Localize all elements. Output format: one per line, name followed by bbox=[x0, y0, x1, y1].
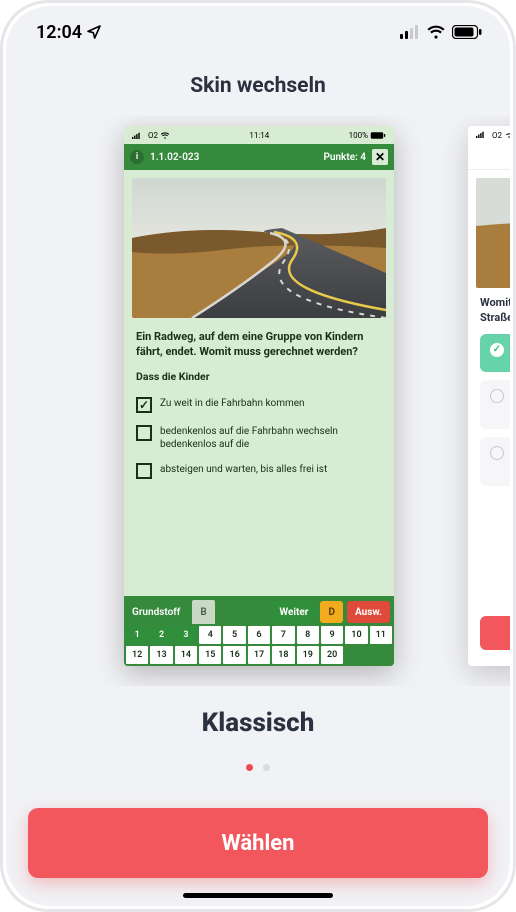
home-indicator[interactable] bbox=[183, 893, 333, 898]
radio-icon bbox=[490, 389, 504, 403]
checkbox-icon[interactable] bbox=[136, 463, 152, 479]
question-nav-cell[interactable]: 3 bbox=[175, 626, 197, 644]
carousel-dots bbox=[6, 764, 510, 771]
question-nav-cell[interactable]: 16 bbox=[223, 646, 245, 664]
question-nav-cell[interactable]: 10 bbox=[345, 626, 367, 644]
question-nav-cell-empty bbox=[345, 646, 367, 664]
question-id: 1.1.02-023 bbox=[150, 152, 199, 163]
question-nav-cell[interactable]: 4 bbox=[199, 626, 221, 644]
question-nav-cell[interactable]: 9 bbox=[321, 626, 343, 644]
question-nav-grid: 1234567891011121314151617181920 bbox=[124, 624, 394, 666]
answer-option[interactable]: absteigen und warten, bis alles frei ist bbox=[136, 457, 382, 485]
preview-time: 11:14 bbox=[249, 131, 269, 140]
choose-button[interactable]: Wählen bbox=[28, 808, 488, 878]
page-title: Skin wechseln bbox=[6, 74, 510, 98]
tab-grundstoff[interactable]: Grundstoff bbox=[124, 600, 188, 624]
peek-bottom-button[interactable] bbox=[480, 616, 510, 650]
preview-status-bar: O2 11:14 100% bbox=[124, 126, 394, 144]
question-nav-cell[interactable]: 14 bbox=[175, 646, 197, 664]
submit-button[interactable]: Ausw. bbox=[347, 601, 390, 623]
cell-signal-icon bbox=[400, 25, 420, 39]
location-arrow-icon bbox=[86, 24, 102, 40]
peek-header: Abzubrechen bbox=[468, 144, 510, 170]
preview-battery: 100% bbox=[349, 131, 386, 140]
skin-preview-card-next: O2 Abzubrechen Womit mStraßenk bbox=[468, 126, 510, 666]
preview-carrier: O2 bbox=[132, 131, 170, 140]
d-button[interactable]: D bbox=[320, 601, 343, 623]
answer-option[interactable]: bedenkenlos auf die Fahrbahn wechseln be… bbox=[136, 419, 382, 457]
question-nav-cell[interactable]: 1 bbox=[126, 626, 148, 644]
question-nav-cell[interactable]: 15 bbox=[199, 646, 221, 664]
pager-dot[interactable] bbox=[263, 764, 270, 771]
question-nav-cell[interactable]: 12 bbox=[126, 646, 148, 664]
skin-preview-carousel[interactable]: O2 11:14 100% i 1.1.02-023 Punkte: 4 ✕ bbox=[6, 116, 510, 686]
question-nav-cell[interactable]: 13 bbox=[150, 646, 172, 664]
next-button[interactable]: Weiter bbox=[271, 601, 316, 623]
question-nav-cell[interactable]: 2 bbox=[150, 626, 172, 644]
peek-answer-option[interactable]: Auf iein kbefir bbox=[480, 380, 510, 429]
clock-text: 12:04 bbox=[36, 22, 82, 43]
question-nav-cell[interactable]: 20 bbox=[321, 646, 343, 664]
check-circle-icon bbox=[490, 343, 504, 357]
close-icon[interactable]: ✕ bbox=[372, 149, 388, 165]
answer-text: Zu weit in die Fahrbahn kommen bbox=[160, 397, 305, 410]
radio-icon bbox=[490, 446, 504, 460]
question-text: Ein Radweg, auf dem eine Gruppe von Kind… bbox=[136, 330, 382, 360]
answer-text: bedenkenlos auf die Fahrbahn wechseln be… bbox=[160, 425, 382, 451]
peek-status-bar: O2 bbox=[468, 126, 510, 144]
status-bar: 12:04 bbox=[6, 6, 510, 58]
preview-question-header: i 1.1.02-023 Punkte: 4 ✕ bbox=[124, 144, 394, 170]
question-nav-cell[interactable]: 5 bbox=[223, 626, 245, 644]
preview-footer: Grundstoff B Weiter D Ausw. 123456789101… bbox=[124, 596, 394, 666]
answer-text: absteigen und warten, bis alles frei ist bbox=[160, 463, 327, 476]
peek-answer-option[interactable]: Es kentgFahr bbox=[480, 437, 510, 486]
peek-question-text: Womit mStraßenk bbox=[468, 296, 510, 326]
question-nav-cell[interactable]: 6 bbox=[248, 626, 270, 644]
skin-preview-card: O2 11:14 100% i 1.1.02-023 Punkte: 4 ✕ bbox=[124, 126, 394, 666]
answer-option[interactable]: Zu weit in die Fahrbahn kommen bbox=[136, 391, 382, 419]
question-nav-cell[interactable]: 7 bbox=[272, 626, 294, 644]
question-nav-cell[interactable]: 8 bbox=[297, 626, 319, 644]
peek-question-image bbox=[476, 178, 510, 288]
points-label: Punkte: 4 bbox=[323, 152, 366, 163]
checkbox-icon[interactable] bbox=[136, 425, 152, 441]
pager-dot[interactable] bbox=[246, 764, 253, 771]
tab-b[interactable]: B bbox=[192, 600, 214, 624]
peek-answer-correct[interactable]: Dortgebl bbox=[480, 334, 510, 372]
question-nav-cell[interactable]: 17 bbox=[248, 646, 270, 664]
checkbox-icon[interactable] bbox=[136, 397, 152, 413]
status-time: 12:04 bbox=[36, 22, 102, 43]
info-icon[interactable]: i bbox=[130, 150, 144, 164]
device-frame: 12:04 Skin wechseln O2 11:14 bbox=[0, 0, 516, 912]
question-nav-cell[interactable]: 18 bbox=[272, 646, 294, 664]
battery-icon bbox=[452, 25, 482, 39]
wifi-icon bbox=[426, 25, 446, 39]
question-nav-cell[interactable]: 11 bbox=[370, 626, 392, 644]
question-nav-cell[interactable]: 19 bbox=[297, 646, 319, 664]
skin-name-label: Klassisch bbox=[6, 708, 510, 738]
answers-list: Zu weit in die Fahrbahn kommen bedenkenlo… bbox=[136, 391, 382, 485]
question-image bbox=[132, 178, 386, 318]
question-subtext: Dass die Kinder bbox=[136, 370, 382, 383]
question-nav-cell-empty bbox=[370, 646, 392, 664]
